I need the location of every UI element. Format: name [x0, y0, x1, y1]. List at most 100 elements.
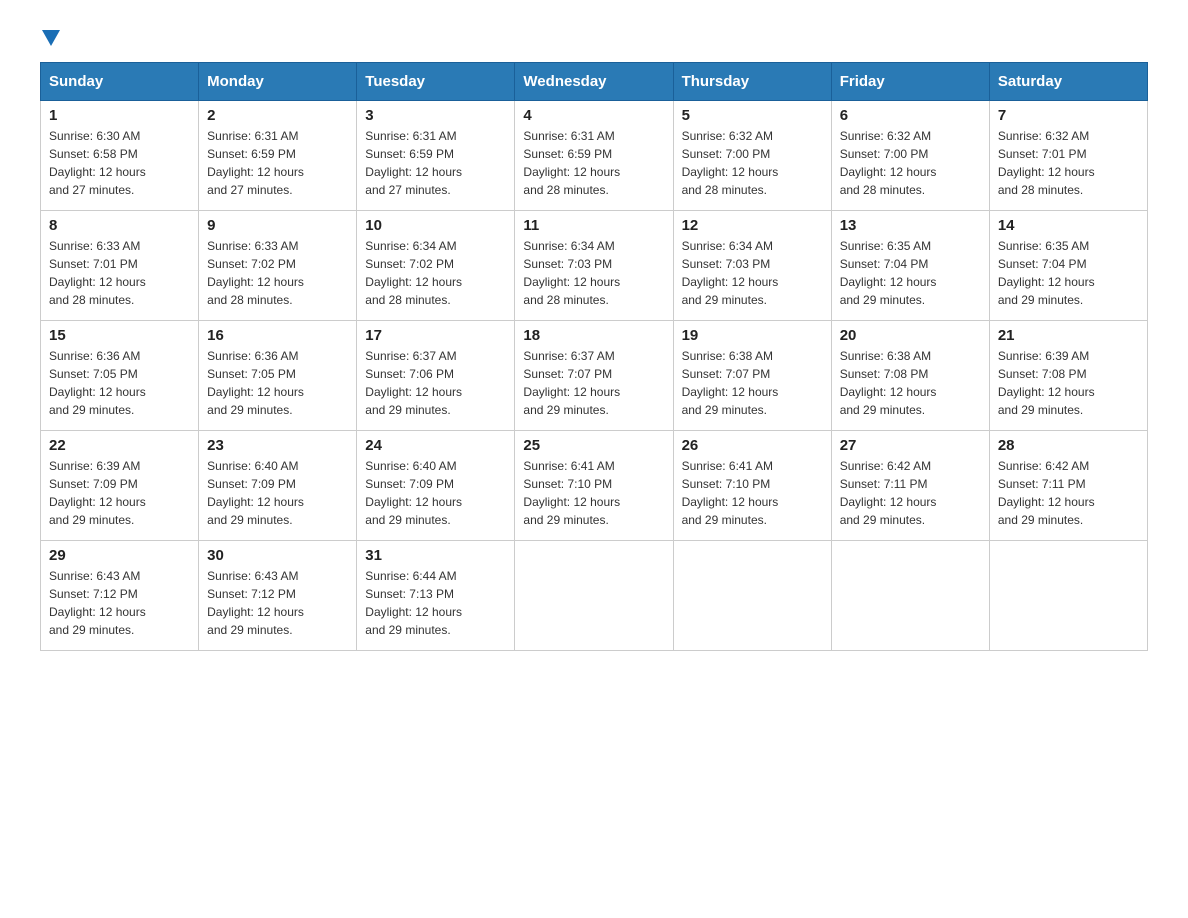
calendar-cell: 6 Sunrise: 6:32 AMSunset: 7:00 PMDayligh…	[831, 101, 989, 211]
day-info: Sunrise: 6:35 AMSunset: 7:04 PMDaylight:…	[998, 237, 1139, 309]
calendar-cell: 9 Sunrise: 6:33 AMSunset: 7:02 PMDayligh…	[199, 211, 357, 321]
day-info: Sunrise: 6:43 AMSunset: 7:12 PMDaylight:…	[207, 567, 348, 639]
day-number: 5	[682, 107, 823, 124]
weekday-header-wednesday: Wednesday	[515, 63, 673, 101]
day-number: 31	[365, 547, 506, 564]
day-number: 28	[998, 437, 1139, 454]
weekday-header-thursday: Thursday	[673, 63, 831, 101]
calendar-cell: 24 Sunrise: 6:40 AMSunset: 7:09 PMDaylig…	[357, 431, 515, 541]
weekday-header-monday: Monday	[199, 63, 357, 101]
calendar-cell: 10 Sunrise: 6:34 AMSunset: 7:02 PMDaylig…	[357, 211, 515, 321]
logo	[40, 30, 62, 42]
day-number: 7	[998, 107, 1139, 124]
day-info: Sunrise: 6:37 AMSunset: 7:07 PMDaylight:…	[523, 347, 664, 419]
calendar-table: SundayMondayTuesdayWednesdayThursdayFrid…	[40, 62, 1148, 651]
weekday-header-saturday: Saturday	[989, 63, 1147, 101]
day-number: 8	[49, 217, 190, 234]
day-number: 24	[365, 437, 506, 454]
day-info: Sunrise: 6:39 AMSunset: 7:09 PMDaylight:…	[49, 457, 190, 529]
day-number: 29	[49, 547, 190, 564]
day-number: 3	[365, 107, 506, 124]
day-info: Sunrise: 6:34 AMSunset: 7:02 PMDaylight:…	[365, 237, 506, 309]
calendar-cell: 7 Sunrise: 6:32 AMSunset: 7:01 PMDayligh…	[989, 101, 1147, 211]
day-number: 15	[49, 327, 190, 344]
day-info: Sunrise: 6:34 AMSunset: 7:03 PMDaylight:…	[682, 237, 823, 309]
week-row-4: 22 Sunrise: 6:39 AMSunset: 7:09 PMDaylig…	[41, 431, 1148, 541]
day-info: Sunrise: 6:32 AMSunset: 7:01 PMDaylight:…	[998, 127, 1139, 199]
day-number: 10	[365, 217, 506, 234]
day-number: 17	[365, 327, 506, 344]
day-number: 1	[49, 107, 190, 124]
calendar-cell: 31 Sunrise: 6:44 AMSunset: 7:13 PMDaylig…	[357, 541, 515, 651]
calendar-cell: 18 Sunrise: 6:37 AMSunset: 7:07 PMDaylig…	[515, 321, 673, 431]
day-number: 30	[207, 547, 348, 564]
calendar-cell: 17 Sunrise: 6:37 AMSunset: 7:06 PMDaylig…	[357, 321, 515, 431]
day-number: 14	[998, 217, 1139, 234]
logo-triangle	[42, 30, 60, 46]
day-number: 11	[523, 217, 664, 234]
day-info: Sunrise: 6:40 AMSunset: 7:09 PMDaylight:…	[365, 457, 506, 529]
day-info: Sunrise: 6:36 AMSunset: 7:05 PMDaylight:…	[207, 347, 348, 419]
day-info: Sunrise: 6:39 AMSunset: 7:08 PMDaylight:…	[998, 347, 1139, 419]
day-info: Sunrise: 6:38 AMSunset: 7:08 PMDaylight:…	[840, 347, 981, 419]
day-number: 12	[682, 217, 823, 234]
calendar-cell: 8 Sunrise: 6:33 AMSunset: 7:01 PMDayligh…	[41, 211, 199, 321]
day-info: Sunrise: 6:42 AMSunset: 7:11 PMDaylight:…	[840, 457, 981, 529]
day-info: Sunrise: 6:42 AMSunset: 7:11 PMDaylight:…	[998, 457, 1139, 529]
calendar-cell: 26 Sunrise: 6:41 AMSunset: 7:10 PMDaylig…	[673, 431, 831, 541]
calendar-cell: 25 Sunrise: 6:41 AMSunset: 7:10 PMDaylig…	[515, 431, 673, 541]
day-info: Sunrise: 6:32 AMSunset: 7:00 PMDaylight:…	[682, 127, 823, 199]
day-number: 23	[207, 437, 348, 454]
day-info: Sunrise: 6:41 AMSunset: 7:10 PMDaylight:…	[682, 457, 823, 529]
weekday-header-tuesday: Tuesday	[357, 63, 515, 101]
calendar-cell: 4 Sunrise: 6:31 AMSunset: 6:59 PMDayligh…	[515, 101, 673, 211]
day-info: Sunrise: 6:43 AMSunset: 7:12 PMDaylight:…	[49, 567, 190, 639]
calendar-cell: 11 Sunrise: 6:34 AMSunset: 7:03 PMDaylig…	[515, 211, 673, 321]
day-number: 21	[998, 327, 1139, 344]
day-info: Sunrise: 6:31 AMSunset: 6:59 PMDaylight:…	[207, 127, 348, 199]
week-row-2: 8 Sunrise: 6:33 AMSunset: 7:01 PMDayligh…	[41, 211, 1148, 321]
calendar-cell: 20 Sunrise: 6:38 AMSunset: 7:08 PMDaylig…	[831, 321, 989, 431]
calendar-cell: 21 Sunrise: 6:39 AMSunset: 7:08 PMDaylig…	[989, 321, 1147, 431]
day-info: Sunrise: 6:32 AMSunset: 7:00 PMDaylight:…	[840, 127, 981, 199]
calendar-cell: 22 Sunrise: 6:39 AMSunset: 7:09 PMDaylig…	[41, 431, 199, 541]
weekday-header-friday: Friday	[831, 63, 989, 101]
calendar-header-row: SundayMondayTuesdayWednesdayThursdayFrid…	[41, 63, 1148, 101]
day-number: 27	[840, 437, 981, 454]
calendar-cell	[673, 541, 831, 651]
day-info: Sunrise: 6:31 AMSunset: 6:59 PMDaylight:…	[365, 127, 506, 199]
day-number: 13	[840, 217, 981, 234]
week-row-1: 1 Sunrise: 6:30 AMSunset: 6:58 PMDayligh…	[41, 101, 1148, 211]
calendar-cell: 14 Sunrise: 6:35 AMSunset: 7:04 PMDaylig…	[989, 211, 1147, 321]
day-number: 26	[682, 437, 823, 454]
day-info: Sunrise: 6:38 AMSunset: 7:07 PMDaylight:…	[682, 347, 823, 419]
calendar-cell: 23 Sunrise: 6:40 AMSunset: 7:09 PMDaylig…	[199, 431, 357, 541]
day-info: Sunrise: 6:34 AMSunset: 7:03 PMDaylight:…	[523, 237, 664, 309]
calendar-cell: 29 Sunrise: 6:43 AMSunset: 7:12 PMDaylig…	[41, 541, 199, 651]
week-row-3: 15 Sunrise: 6:36 AMSunset: 7:05 PMDaylig…	[41, 321, 1148, 431]
calendar-cell: 2 Sunrise: 6:31 AMSunset: 6:59 PMDayligh…	[199, 101, 357, 211]
weekday-header-sunday: Sunday	[41, 63, 199, 101]
calendar-cell: 28 Sunrise: 6:42 AMSunset: 7:11 PMDaylig…	[989, 431, 1147, 541]
day-info: Sunrise: 6:36 AMSunset: 7:05 PMDaylight:…	[49, 347, 190, 419]
day-info: Sunrise: 6:37 AMSunset: 7:06 PMDaylight:…	[365, 347, 506, 419]
calendar-cell: 15 Sunrise: 6:36 AMSunset: 7:05 PMDaylig…	[41, 321, 199, 431]
calendar-cell: 1 Sunrise: 6:30 AMSunset: 6:58 PMDayligh…	[41, 101, 199, 211]
day-info: Sunrise: 6:33 AMSunset: 7:02 PMDaylight:…	[207, 237, 348, 309]
day-info: Sunrise: 6:41 AMSunset: 7:10 PMDaylight:…	[523, 457, 664, 529]
calendar-cell: 12 Sunrise: 6:34 AMSunset: 7:03 PMDaylig…	[673, 211, 831, 321]
week-row-5: 29 Sunrise: 6:43 AMSunset: 7:12 PMDaylig…	[41, 541, 1148, 651]
calendar-cell: 16 Sunrise: 6:36 AMSunset: 7:05 PMDaylig…	[199, 321, 357, 431]
calendar-cell: 27 Sunrise: 6:42 AMSunset: 7:11 PMDaylig…	[831, 431, 989, 541]
day-number: 4	[523, 107, 664, 124]
day-info: Sunrise: 6:31 AMSunset: 6:59 PMDaylight:…	[523, 127, 664, 199]
day-number: 9	[207, 217, 348, 234]
calendar-cell	[831, 541, 989, 651]
calendar-cell: 13 Sunrise: 6:35 AMSunset: 7:04 PMDaylig…	[831, 211, 989, 321]
day-number: 2	[207, 107, 348, 124]
day-number: 6	[840, 107, 981, 124]
calendar-cell	[989, 541, 1147, 651]
calendar-cell: 30 Sunrise: 6:43 AMSunset: 7:12 PMDaylig…	[199, 541, 357, 651]
day-info: Sunrise: 6:40 AMSunset: 7:09 PMDaylight:…	[207, 457, 348, 529]
calendar-cell: 19 Sunrise: 6:38 AMSunset: 7:07 PMDaylig…	[673, 321, 831, 431]
